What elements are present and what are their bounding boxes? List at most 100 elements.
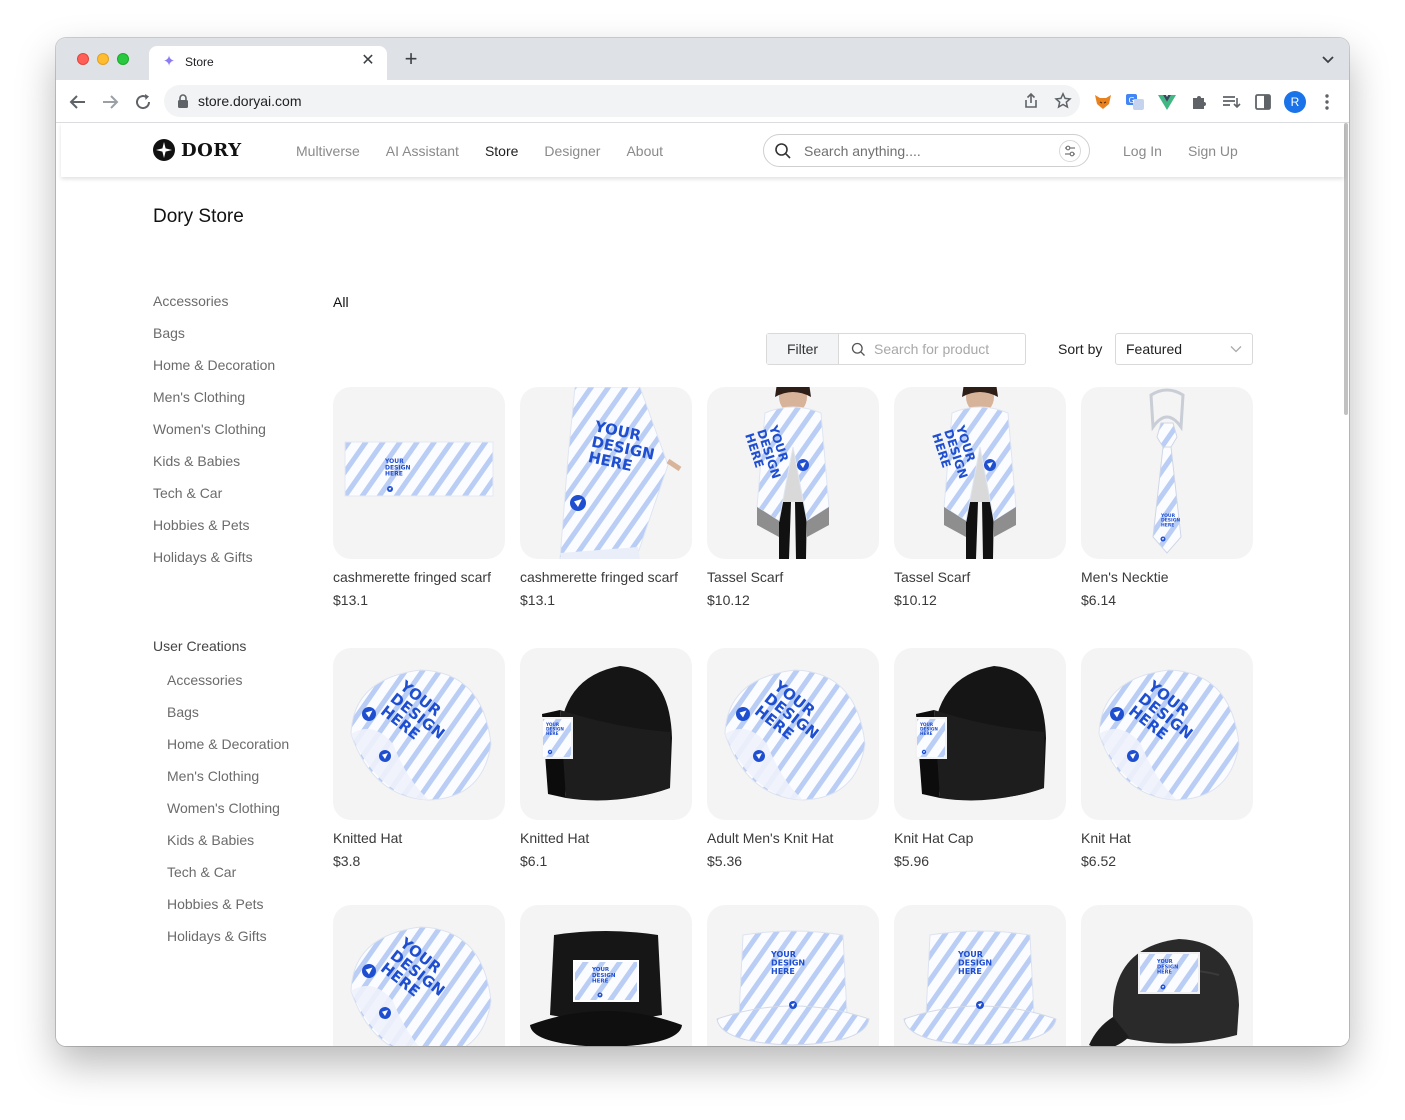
filter-button[interactable]: Filter [767, 334, 839, 364]
user-creations-home-and-decoration[interactable]: Home & Decoration [167, 736, 289, 752]
nav-store[interactable]: Store [485, 143, 518, 159]
translate-extension-icon[interactable]: G [1125, 92, 1145, 112]
product-image[interactable]: YOUR DESIGN HERE [707, 905, 879, 1046]
category-women-s-clothing[interactable]: Women's Clothing [153, 421, 266, 437]
profile-avatar[interactable]: R [1284, 91, 1306, 113]
user-creations-men-s-clothing[interactable]: Men's Clothing [167, 768, 259, 784]
product-image[interactable]: YOUR DESIGN HERE [707, 648, 879, 820]
site-search-input[interactable]: Search anything.... [763, 134, 1090, 167]
product-image[interactable]: YOUR DESIGN HERE [333, 387, 505, 559]
product-name[interactable]: Tassel Scarf [894, 569, 1066, 585]
category-men-s-clothing[interactable]: Men's Clothing [153, 389, 245, 405]
user-creations-heading[interactable]: User Creations [153, 638, 246, 654]
address-bar[interactable]: store.doryai.com [164, 85, 1080, 117]
zoom-window-button[interactable] [117, 53, 129, 65]
product-card[interactable]: YOUR DESIGN HERE [333, 905, 505, 1046]
user-creations-hobbies-and-pets[interactable]: Hobbies & Pets [167, 896, 264, 912]
product-name[interactable]: cashmerette fringed scarf [520, 569, 692, 585]
product-image[interactable]: YOUR DESIGN HERE [1081, 387, 1253, 559]
product-search-input[interactable]: Search for product [874, 341, 989, 357]
product-name[interactable]: Tassel Scarf [707, 569, 879, 585]
product-card[interactable]: YOUR DESIGN HERE Knitted Hat $6.1 [520, 648, 692, 869]
product-name[interactable]: Men's Necktie [1081, 569, 1253, 585]
puzzle-icon[interactable] [1189, 92, 1209, 112]
product-price: $6.14 [1081, 592, 1117, 608]
product-image[interactable]: YOUR DESIGN HERE [520, 905, 692, 1046]
category-tech-and-car[interactable]: Tech & Car [153, 485, 222, 501]
share-icon[interactable] [1022, 92, 1040, 110]
dory-logo[interactable]: DORY [153, 138, 242, 162]
user-creations-tech-and-car[interactable]: Tech & Car [167, 864, 236, 880]
nav-multiverse[interactable]: Multiverse [296, 143, 360, 159]
more-menu-icon[interactable] [1319, 92, 1335, 112]
product-card[interactable]: YOUR DESIGN HERE [707, 905, 879, 1046]
product-image[interactable]: YOUR DESIGN HERE [894, 905, 1066, 1046]
chevron-down-icon[interactable] [1319, 50, 1337, 68]
user-creations-bags[interactable]: Bags [167, 704, 199, 720]
category-kids-and-babies[interactable]: Kids & Babies [153, 453, 240, 469]
scrollbar[interactable] [1343, 123, 1349, 1046]
category-accessories[interactable]: Accessories [153, 293, 228, 309]
scrollbar-thumb[interactable] [1344, 123, 1348, 415]
product-name[interactable]: Knit Hat Cap [894, 830, 1066, 846]
product-card[interactable]: YOUR DESIGN HERE Adult Men's Knit Hat $5.36 [707, 648, 879, 869]
product-image[interactable]: YOUR DESIGN HERE [1081, 648, 1253, 820]
nav-designer[interactable]: Designer [544, 143, 600, 159]
svg-text:HERE: HERE [1161, 522, 1174, 528]
sliders-icon [1065, 145, 1075, 157]
product-image[interactable]: YOUR DESIGN HERE [333, 648, 505, 820]
sort-select[interactable]: Featured [1115, 333, 1253, 365]
fox-extension-icon[interactable] [1093, 92, 1113, 112]
user-creations-accessories[interactable]: Accessories [167, 672, 242, 688]
product-image[interactable]: YOUR DESIGN HERE [707, 387, 879, 559]
product-card[interactable]: YOUR DESIGN HERE Tassel Scarf $10.12 [894, 387, 1066, 608]
product-image[interactable]: YOUR DESIGN HERE [894, 648, 1066, 820]
user-creations-women-s-clothing[interactable]: Women's Clothing [167, 800, 280, 816]
vue-extension-icon[interactable] [1157, 92, 1177, 112]
reload-icon[interactable] [131, 90, 155, 114]
signup-link[interactable]: Sign Up [1188, 143, 1238, 159]
product-name[interactable]: Knitted Hat [333, 830, 505, 846]
product-card[interactable]: YOUR DESIGN HERE Men's Necktie $6.14 [1081, 387, 1253, 608]
side-panel-icon[interactable] [1253, 92, 1273, 112]
product-card[interactable]: YOUR DESIGN HERE [1081, 905, 1253, 1046]
nav-ai-assistant[interactable]: AI Assistant [386, 143, 459, 159]
product-image[interactable]: YOUR DESIGN HERE [333, 905, 505, 1046]
reading-list-icon[interactable] [1221, 92, 1241, 112]
category-hobbies-and-pets[interactable]: Hobbies & Pets [153, 517, 250, 533]
nav-about[interactable]: About [626, 143, 663, 159]
search-options-button[interactable] [1059, 140, 1081, 162]
tab-close-icon[interactable]: ✕ [359, 52, 377, 70]
product-card[interactable]: YOUR DESIGN HERE cashmerette fringed scarf $… [333, 387, 505, 608]
all-filter-link[interactable]: All [333, 294, 349, 310]
tab-title: Store [185, 55, 214, 69]
minimize-window-button[interactable] [97, 53, 109, 65]
product-name[interactable]: Knitted Hat [520, 830, 692, 846]
product-card[interactable]: YOUR DESIGN HERE Tassel Scarf $10.12 [707, 387, 879, 608]
close-window-button[interactable] [77, 53, 89, 65]
arrow-left-icon[interactable] [66, 90, 90, 114]
browser-tab-store[interactable]: ✦ Store ✕ [149, 46, 387, 80]
new-tab-button[interactable]: + [399, 48, 423, 72]
category-bags[interactable]: Bags [153, 325, 185, 341]
category-home-and-decoration[interactable]: Home & Decoration [153, 357, 275, 373]
product-image[interactable]: YOUR DESIGN HERE [520, 648, 692, 820]
product-card[interactable]: YOUR DESIGN HERE Knitted Hat $3.8 [333, 648, 505, 869]
star-icon[interactable] [1054, 92, 1072, 110]
product-image[interactable]: YOUR DESIGN HERE [1081, 905, 1253, 1046]
user-creations-kids-and-babies[interactable]: Kids & Babies [167, 832, 254, 848]
product-card[interactable]: YOUR DESIGN HERE cashmerette fringed scarf $… [520, 387, 692, 608]
product-card[interactable]: YOUR DESIGN HERE [894, 905, 1066, 1046]
user-creations-holidays-and-gifts[interactable]: Holidays & Gifts [167, 928, 267, 944]
product-card[interactable]: YOUR DESIGN HERE Knit Hat $6.52 [1081, 648, 1253, 869]
product-card[interactable]: YOUR DESIGN HERE [520, 905, 692, 1046]
login-link[interactable]: Log In [1123, 143, 1162, 159]
product-image[interactable]: YOUR DESIGN HERE [520, 387, 692, 559]
category-holidays-and-gifts[interactable]: Holidays & Gifts [153, 549, 253, 565]
product-name[interactable]: Adult Men's Knit Hat [707, 830, 879, 846]
product-name[interactable]: Knit Hat [1081, 830, 1253, 846]
arrow-right-icon[interactable] [98, 90, 122, 114]
product-image[interactable]: YOUR DESIGN HERE [894, 387, 1066, 559]
product-card[interactable]: YOUR DESIGN HERE Knit Hat Cap $5.96 [894, 648, 1066, 869]
product-name[interactable]: cashmerette fringed scarf [333, 569, 505, 585]
